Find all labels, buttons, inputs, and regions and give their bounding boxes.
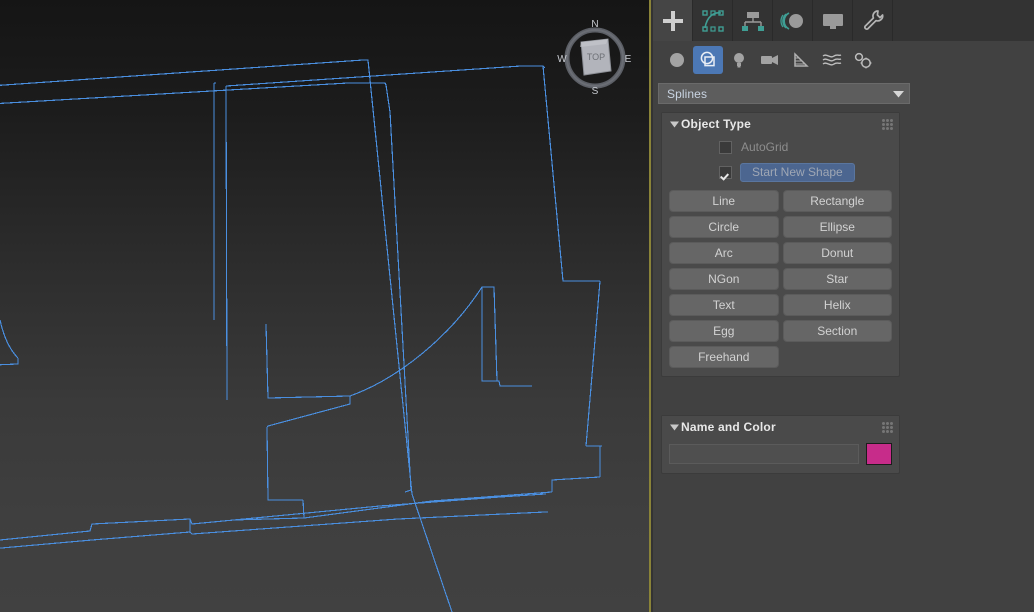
tab-create[interactable] — [653, 0, 693, 41]
object-button-circle[interactable]: Circle — [669, 216, 779, 238]
rollout-grip-handle[interactable] — [882, 421, 893, 433]
object-button-ellipse[interactable]: Ellipse — [782, 216, 892, 238]
object-button-freehand[interactable]: Freehand — [669, 346, 779, 368]
name-and-color-row — [669, 443, 892, 465]
perspective-viewport[interactable]: N E S W TOP — [0, 0, 651, 612]
wrench-icon — [860, 8, 886, 34]
display-icon — [820, 8, 846, 34]
create-category-bar — [653, 41, 1034, 79]
tab-motion[interactable] — [773, 0, 813, 41]
category-geometry[interactable] — [662, 46, 692, 74]
autogrid-row: AutoGrid — [669, 135, 892, 159]
rollout-name-and-color-header[interactable]: Name and Color — [662, 416, 899, 438]
category-space-warps[interactable] — [817, 46, 847, 74]
object-button-line[interactable]: Line — [669, 190, 779, 212]
tab-utilities[interactable] — [853, 0, 893, 41]
object-button-helix[interactable]: Helix — [782, 294, 892, 316]
tab-hierarchy[interactable] — [733, 0, 773, 41]
category-shapes[interactable] — [693, 46, 723, 74]
subcategory-dropdown-value: Splines — [667, 86, 708, 101]
subcategory-dropdown[interactable]: Splines — [658, 83, 910, 104]
tape-icon — [791, 50, 811, 70]
category-systems[interactable] — [848, 46, 878, 74]
object-type-button-grid: Line Rectangle Circle Ellipse Arc Donut … — [669, 190, 892, 368]
category-cameras[interactable] — [755, 46, 785, 74]
motion-icon — [779, 8, 806, 34]
start-new-shape-row: Start New Shape — [669, 159, 892, 185]
tab-display[interactable] — [813, 0, 853, 41]
object-button-section[interactable]: Section — [782, 320, 892, 342]
object-button-rectangle[interactable]: Rectangle — [782, 190, 892, 212]
viewport-active-border — [649, 0, 651, 612]
rollout-object-type: Object Type AutoGrid Start New Shape Lin… — [661, 112, 900, 377]
rollout-object-type-header[interactable]: Object Type — [662, 113, 899, 135]
gears-icon — [852, 50, 874, 70]
object-color-swatch[interactable] — [866, 443, 892, 465]
object-button-donut[interactable]: Donut — [782, 242, 892, 264]
compass-east-label: E — [625, 54, 632, 65]
autogrid-checkbox[interactable] — [719, 140, 732, 154]
category-lights[interactable] — [724, 46, 754, 74]
lightbulb-icon — [729, 50, 749, 70]
object-button-arc[interactable]: Arc — [669, 242, 779, 264]
sphere-icon — [667, 50, 687, 70]
hierarchy-icon — [740, 8, 766, 34]
command-panel-tabbar — [653, 0, 1034, 41]
rollout-name-and-color: Name and Color — [661, 415, 900, 474]
object-button-ngon[interactable]: NGon — [669, 268, 779, 290]
viewcube-box: TOP — [580, 38, 612, 76]
waves-icon — [821, 50, 843, 70]
object-button-star[interactable]: Star — [782, 268, 892, 290]
autogrid-label: AutoGrid — [741, 140, 789, 154]
object-button-text[interactable]: Text — [669, 294, 779, 316]
rollout-name-and-color-body — [662, 443, 899, 473]
chevron-down-icon — [887, 90, 909, 98]
rollout-object-type-title: Object Type — [681, 117, 751, 131]
start-new-shape-checkbox[interactable] — [719, 165, 732, 179]
category-helpers[interactable] — [786, 46, 816, 74]
application-window: N E S W TOP Splines Object Type AutoGrid… — [0, 0, 1034, 612]
viewcube-face-label: TOP — [587, 52, 605, 62]
tab-modify[interactable] — [693, 0, 733, 41]
floorplan-wireframe — [0, 59, 602, 612]
compass-north-label: N — [591, 19, 598, 30]
shapes-icon — [698, 50, 718, 70]
rollout-name-and-color-title: Name and Color — [681, 420, 776, 434]
viewcube-compass[interactable]: N E S W TOP — [556, 18, 634, 96]
compass-south-label: S — [592, 86, 599, 96]
modify-icon — [700, 8, 726, 34]
object-name-input[interactable] — [669, 444, 859, 464]
plus-icon — [660, 8, 686, 34]
object-button-egg[interactable]: Egg — [669, 320, 779, 342]
rollout-grip-handle[interactable] — [882, 118, 893, 130]
rollout-object-type-body: AutoGrid Start New Shape Line Rectangle … — [662, 135, 899, 376]
caret-down-icon — [667, 121, 681, 128]
compass-west-label: W — [557, 54, 567, 65]
caret-down-icon — [667, 424, 681, 431]
camera-icon — [759, 50, 781, 70]
start-new-shape-button[interactable]: Start New Shape — [740, 162, 855, 182]
